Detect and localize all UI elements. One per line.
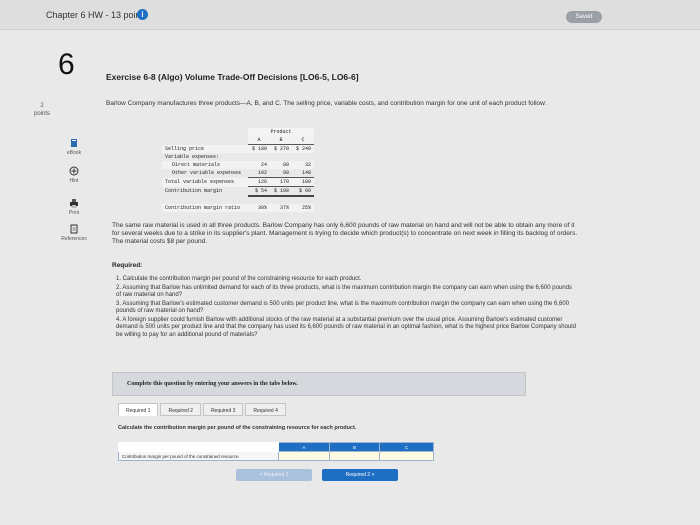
ebook-button[interactable]: eBook [56,138,92,156]
references-icon [70,224,78,234]
required-heading: Required: [112,262,143,269]
answer-input-a[interactable] [278,451,330,461]
table-cell: $ 100 [270,186,292,197]
column-header: C [292,136,314,145]
tab-required-1[interactable]: Required 1 [118,403,159,416]
table-cell: 148 [292,169,314,178]
table-cell: $ 54 [248,186,270,197]
table-cell: 37% [279,205,289,211]
table-cell: $ 240 [295,146,311,152]
points-info: 2 points [34,102,50,118]
table-cell: 24 [260,162,267,168]
list-item: 4. A foreign supplier could furnish Barl… [116,316,576,338]
points-value: 2 [40,103,44,109]
print-label: Print [68,210,80,216]
row-label: Other variable expenses [172,170,242,177]
tab-instruction: Calculate the contribution margin per po… [118,425,357,431]
row-label: Variable expenses: [165,154,220,160]
next-required-button[interactable]: Required 2 > [322,469,398,481]
list-item: 1. Calculate the contribution margin per… [116,276,362,282]
saved-badge: Saved [566,11,602,23]
row-label: Selling price [165,145,205,152]
table-cell: 126 [248,177,270,187]
table-cell: $ 270 [273,146,289,152]
tab-required-3[interactable]: Required 3 [202,403,244,416]
table-cell: 170 [270,177,292,187]
exercise-paragraph: The same raw material is used in all thr… [112,222,578,245]
top-bar: Chapter 6 HW - 13 points i Saved [0,0,700,30]
table-cell: 32 [304,162,311,168]
exercise-title: Exercise 6-8 (Algo) Volume Trade-Off Dec… [106,72,359,82]
product-table: Product A B C Selling price $ 180 $ 270 … [162,128,314,212]
row-label: Direct materials [172,162,221,168]
answer-table: A B C Contribution margin per pound of t… [118,442,434,461]
table-cell: 90 [270,169,292,178]
printer-icon [70,199,78,208]
hint-label: Hint [69,178,79,184]
list-item: 3. Assuming that Barlow's estimated cust… [116,300,570,315]
answer-input-c[interactable] [379,451,434,461]
info-icon[interactable]: i [137,9,148,20]
previous-required-button[interactable]: < Required 1 [236,469,312,481]
book-icon [71,139,77,147]
tab-required-4[interactable]: Required 4 [245,403,286,416]
requirements-list: 1. Calculate the contribution margin per… [116,276,576,340]
answer-panel: Complete this question by entering your … [112,372,526,396]
table-cell: $ 180 [251,146,267,152]
row-label: Contribution margin ratio [165,205,241,211]
column-header: B [270,136,292,145]
table-cell: 25% [301,205,311,211]
list-item: 2. Assuming that Barlow has unlimited de… [116,284,572,299]
table-cell: 102 [248,169,270,178]
required-tabs: Required 1 Required 2 Required 3 Require… [118,403,288,419]
table-cell: 80 [282,162,289,168]
ebook-label: eBook [66,150,82,156]
table-cell: 180 [292,177,314,187]
tab-required-2[interactable]: Required 2 [160,403,201,416]
exercise-intro: Barlow Company manufactures three produc… [106,100,547,107]
question-number: 6 [58,48,75,81]
points-label: points [34,111,51,117]
table-cell: 30% [257,205,267,211]
print-button[interactable]: Print [56,198,92,216]
column-header: A [248,136,270,145]
product-group-header: Product [248,128,314,136]
column-header: C [379,442,434,452]
hint-icon [69,166,79,176]
table-cell: $ 60 [292,186,314,197]
column-header: B [328,442,381,452]
references-label: References [61,236,87,242]
row-label: Contribution margin per pound of the con… [118,451,279,461]
answer-prompt: Complete this question by entering your … [127,381,298,387]
row-label: Contribution margin [165,188,223,195]
hint-button[interactable]: Hint [56,166,92,184]
answer-input-b[interactable] [328,451,381,461]
row-label: Total variable expenses [165,179,235,185]
references-button[interactable]: References [56,224,92,242]
chapter-title: Chapter 6 HW - 13 points [46,10,148,20]
column-header: A [278,442,330,452]
